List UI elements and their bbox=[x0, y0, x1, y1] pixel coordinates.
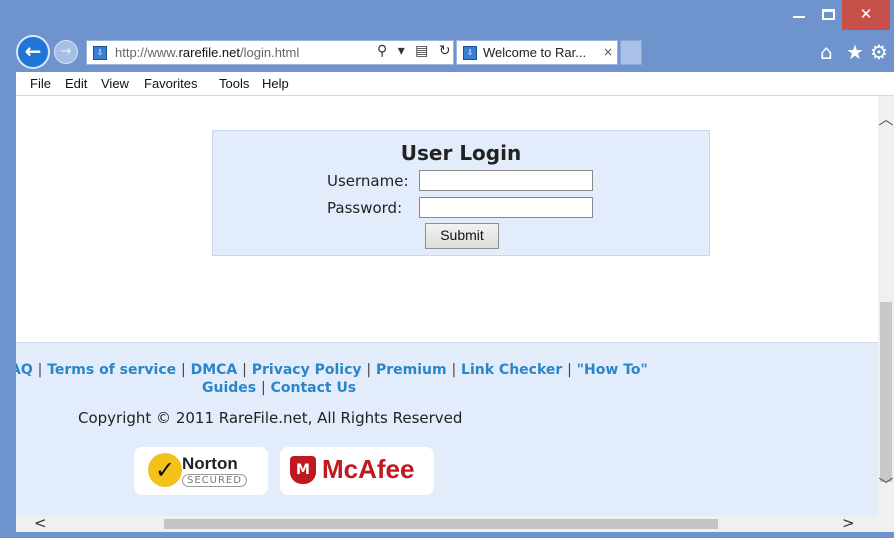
back-arrow-icon: ← bbox=[24, 39, 42, 63]
horizontal-scroll-thumb[interactable] bbox=[164, 519, 718, 529]
mcafee-badge[interactable]: M McAfee bbox=[280, 447, 434, 495]
footer-link-premium[interactable]: Premium bbox=[376, 362, 447, 378]
site-favicon-icon: ⇩ bbox=[93, 46, 107, 60]
footer-links: AQ | Terms of service | DMCA | Privacy P… bbox=[16, 361, 710, 397]
tab-close-icon[interactable]: × bbox=[603, 45, 613, 59]
copyright-text: Copyright © 2011 RareFile.net, All Right… bbox=[78, 409, 463, 427]
address-url[interactable]: http://www.rarefile.net/login.html bbox=[115, 45, 299, 60]
footer-link-privacy[interactable]: Privacy Policy bbox=[252, 362, 362, 378]
mcafee-shield-icon: M bbox=[290, 456, 316, 484]
new-tab-button[interactable] bbox=[620, 40, 642, 65]
link-separator: | bbox=[451, 362, 457, 378]
page-viewport: User Login Username: Password: Submit AQ… bbox=[16, 96, 878, 516]
menu-bar: File Edit View Favorites Tools Help bbox=[16, 72, 894, 96]
footer-link-link-checker[interactable]: Link Checker bbox=[461, 362, 562, 378]
menu-tools[interactable]: Tools bbox=[219, 76, 249, 91]
browser-tab[interactable]: ⇩ Welcome to Rar... × bbox=[456, 40, 618, 65]
scroll-up-icon[interactable]: ︿ bbox=[878, 108, 894, 129]
footer-link-guides[interactable]: Guides bbox=[202, 380, 256, 396]
vertical-scrollbar[interactable]: ︿ ﹀ bbox=[878, 96, 894, 516]
tab-favicon-icon: ⇩ bbox=[463, 46, 477, 60]
scroll-left-icon[interactable]: < bbox=[34, 514, 47, 532]
menu-favorites[interactable]: Favorites bbox=[144, 76, 197, 91]
password-label: Password: bbox=[327, 199, 403, 217]
back-button[interactable]: ← bbox=[16, 35, 50, 69]
maximize-button[interactable] bbox=[814, 0, 842, 30]
vertical-scroll-thumb[interactable] bbox=[880, 302, 892, 482]
url-domain: rarefile.net bbox=[178, 45, 240, 60]
link-separator: | bbox=[37, 362, 43, 378]
submit-button[interactable]: Submit bbox=[425, 223, 499, 249]
mcafee-name: McAfee bbox=[322, 454, 415, 484]
norton-badge[interactable]: ✓ Norton SECURED bbox=[134, 447, 268, 495]
browser-window: ✕ ← → ⇩ http://www.rarefile.net/login.ht… bbox=[0, 0, 894, 538]
maximize-icon bbox=[821, 9, 835, 20]
link-separator: | bbox=[567, 362, 572, 378]
menu-edit[interactable]: Edit bbox=[65, 76, 87, 91]
address-bar[interactable]: ⇩ http://www.rarefile.net/login.html ⚲ ▾… bbox=[86, 40, 454, 65]
username-label: Username: bbox=[327, 172, 409, 190]
menu-help[interactable]: Help bbox=[262, 76, 289, 91]
footer-link-faq[interactable]: AQ bbox=[16, 362, 33, 378]
forward-button[interactable]: → bbox=[54, 40, 78, 64]
username-input[interactable] bbox=[419, 170, 593, 191]
gear-icon[interactable]: ⚙ bbox=[870, 40, 888, 64]
password-input[interactable] bbox=[419, 197, 593, 218]
star-icon[interactable]: ★ bbox=[846, 40, 864, 64]
footer-links-row-2: Guides | Contact Us bbox=[16, 379, 710, 397]
close-icon: ✕ bbox=[859, 5, 873, 23]
forward-arrow-icon: → bbox=[60, 44, 72, 59]
scroll-right-icon[interactable]: > bbox=[842, 514, 855, 532]
link-separator: | bbox=[366, 362, 372, 378]
address-tools[interactable]: ⚲ ▾ ▤ ↻ bbox=[377, 43, 454, 59]
minimize-icon bbox=[793, 15, 805, 18]
url-path: /login.html bbox=[240, 45, 300, 60]
footer-link-contact[interactable]: Contact Us bbox=[271, 380, 357, 396]
link-separator: | bbox=[242, 362, 247, 378]
page-footer: AQ | Terms of service | DMCA | Privacy P… bbox=[16, 342, 878, 516]
menu-file[interactable]: File bbox=[30, 76, 51, 91]
page-body: User Login Username: Password: Submit bbox=[16, 96, 878, 342]
link-separator: | bbox=[181, 362, 186, 378]
scroll-down-icon[interactable]: ﹀ bbox=[878, 474, 894, 495]
close-button[interactable]: ✕ bbox=[842, 0, 890, 30]
link-separator: | bbox=[260, 380, 266, 396]
footer-link-how-to[interactable]: "How To" bbox=[577, 362, 648, 378]
login-box: User Login Username: Password: Submit bbox=[212, 130, 710, 256]
horizontal-scrollbar[interactable]: < > bbox=[16, 514, 894, 532]
checkmark-icon: ✓ bbox=[148, 453, 182, 487]
norton-name: Norton bbox=[182, 454, 238, 473]
url-prefix: http://www. bbox=[115, 45, 179, 60]
norton-secured: SECURED bbox=[182, 474, 247, 487]
login-title: User Login bbox=[400, 141, 522, 165]
footer-link-dmca[interactable]: DMCA bbox=[191, 362, 238, 378]
minimize-button[interactable] bbox=[784, 0, 814, 30]
home-icon[interactable]: ⌂ bbox=[820, 40, 833, 64]
footer-link-terms[interactable]: Terms of service bbox=[47, 362, 176, 378]
tab-title: Welcome to Rar... bbox=[483, 45, 587, 60]
footer-links-row-1: AQ | Terms of service | DMCA | Privacy P… bbox=[16, 361, 710, 379]
menu-view[interactable]: View bbox=[101, 76, 129, 91]
